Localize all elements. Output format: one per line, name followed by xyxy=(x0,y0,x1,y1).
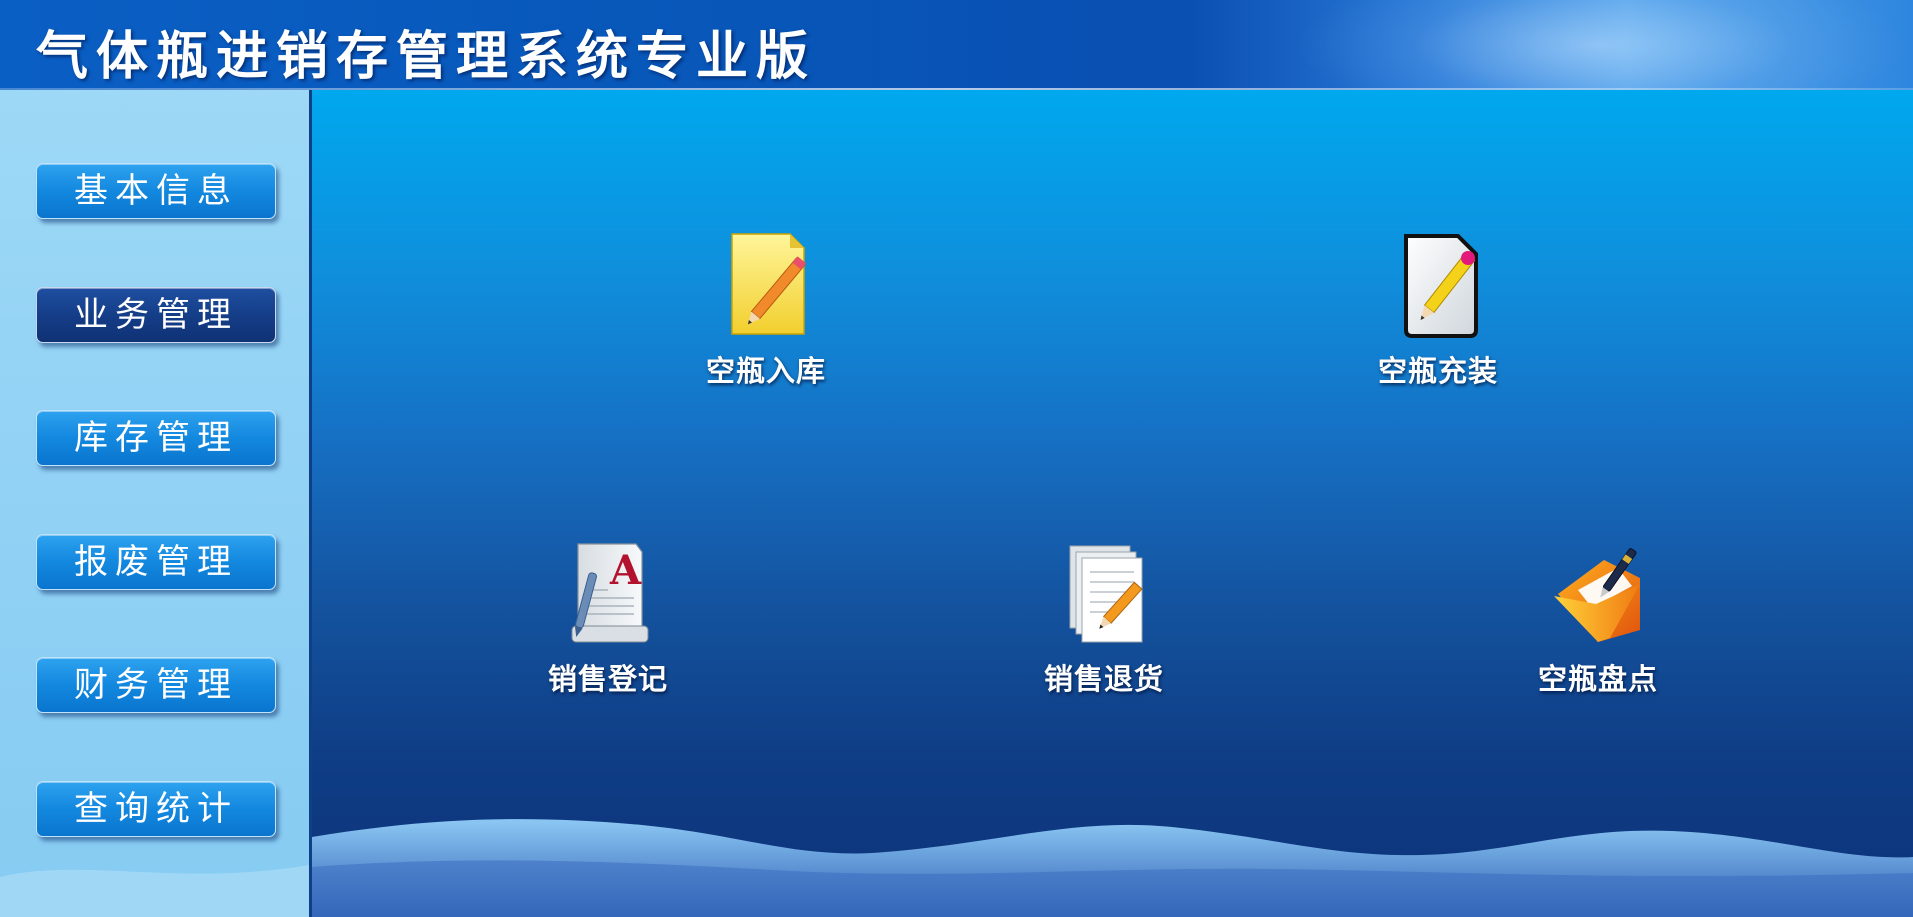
document-pencil-icon xyxy=(1069,545,1143,643)
tile-empty-bottle-filling[interactable]: 空瓶充装 xyxy=(1338,230,1538,400)
tile-sales-registration[interactable]: A 销售登记 xyxy=(508,538,708,708)
svg-text:A: A xyxy=(609,547,642,594)
main-panel: 空瓶入库 空瓶充装 A 销售登记 销售退货 空瓶盘点 xyxy=(312,90,1913,917)
sidebar-item-business-management[interactable]: 业务管理 xyxy=(36,287,276,343)
sidebar-item-inventory-management[interactable]: 库存管理 xyxy=(36,410,276,466)
sidebar-item-scrap-management[interactable]: 报废管理 xyxy=(36,534,276,590)
sidebar-item-query-statistics[interactable]: 查询统计 xyxy=(36,781,276,837)
folder-pen-icon xyxy=(1554,548,1640,642)
tile-empty-bottle-inbound[interactable]: 空瓶入库 xyxy=(666,230,866,400)
tile-sales-return[interactable]: 销售退货 xyxy=(1004,538,1204,708)
sidebar: 基本信息 业务管理 库存管理 报废管理 财务管理 查询统计 xyxy=(0,90,312,917)
sidebar-wave-decoration xyxy=(0,865,309,917)
tile-label: 销售登记 xyxy=(547,662,668,696)
document-edit-icon xyxy=(1404,234,1478,338)
header-bar: 气体瓶进销存管理系统专业版 xyxy=(0,0,1913,90)
tile-label: 空瓶入库 xyxy=(705,354,826,388)
header-glow xyxy=(1300,0,1900,90)
sidebar-item-finance-management[interactable]: 财务管理 xyxy=(36,657,276,713)
wave-decoration xyxy=(312,819,1913,917)
tile-label: 空瓶充装 xyxy=(1377,354,1498,388)
notepad-pencil-icon xyxy=(731,233,807,335)
tile-label: 销售退货 xyxy=(1043,662,1164,696)
tile-label: 空瓶盘点 xyxy=(1537,662,1658,696)
tile-empty-bottle-stocktaking[interactable]: 空瓶盘点 xyxy=(1498,538,1698,708)
sidebar-item-basic-info[interactable]: 基本信息 xyxy=(36,163,276,219)
app-window: 气体瓶进销存管理系统专业版 基本信息 业务管理 库存管理 报废管理 财务管理 查… xyxy=(0,0,1913,917)
app-title: 气体瓶进销存管理系统专业版 xyxy=(36,27,817,87)
text-editor-icon: A xyxy=(571,543,649,643)
